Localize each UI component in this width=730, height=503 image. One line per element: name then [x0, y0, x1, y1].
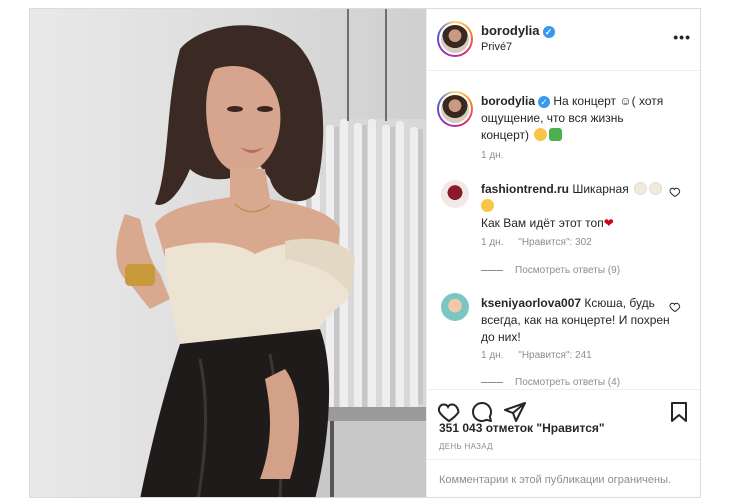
comment-like-heart-icon[interactable] [669, 301, 681, 313]
comment-likes[interactable]: "Нравится": 241 [518, 350, 591, 361]
comment-2: kseniyaorlova007 Ксюша, будь всегда, как… [481, 295, 673, 346]
post-location[interactable]: Privé7 [481, 41, 512, 53]
comment-username[interactable]: fashiontrend.ru [481, 182, 569, 196]
emoji-icon [634, 182, 648, 195]
comment-avatar[interactable] [441, 180, 469, 208]
comment-1: fashiontrend.ru Шикарная Как Вам идёт эт… [481, 181, 673, 232]
verified-badge-icon: ✓ [538, 96, 551, 108]
emoji-face-icon [534, 128, 548, 141]
comments-limited-notice: Комментарии к этой публикации ограничены… [427, 459, 700, 497]
post-modal: borodylia ✓ Privé7 ••• borodylia ✓ На конц… [29, 8, 701, 498]
comment-time[interactable]: 1 дн. [481, 350, 503, 361]
comment-username[interactable]: kseniyaorlova007 [481, 296, 581, 310]
comment-likes[interactable]: "Нравится": 302 [518, 237, 591, 248]
emoji-money-icon [549, 128, 563, 141]
comment-time[interactable]: 1 дн. [481, 237, 503, 248]
likes-count[interactable]: 351 043 отметок "Нравится" [439, 421, 605, 435]
red-heart-icon: ❤ [603, 216, 614, 230]
comment-meta: 1 дн. "Нравится": 302 [481, 237, 604, 248]
bookmark-icon[interactable] [667, 400, 691, 424]
post-photo[interactable] [30, 9, 426, 497]
author-username-text[interactable]: borodylia [481, 23, 540, 38]
post-date[interactable]: ДЕНЬ НАЗАД [439, 442, 493, 451]
view-replies-button[interactable]: Посмотреть ответы (9) [481, 265, 620, 276]
emoji-icon [649, 182, 663, 195]
comment-text: Шикарная [572, 182, 629, 196]
comment-like-heart-icon[interactable] [669, 186, 681, 198]
author-avatar[interactable] [437, 21, 473, 57]
comment-avatar[interactable] [441, 293, 469, 321]
author-username[interactable]: borodylia ✓ [481, 23, 555, 38]
caption-time[interactable]: 1 дн. [481, 150, 503, 161]
caption: borodylia ✓ На концерт ☺( хотя ощущение, … [481, 93, 673, 144]
post-header: borodylia ✓ Privé7 ••• [427, 9, 700, 71]
view-replies-button[interactable]: Посмотреть ответы (4) [481, 377, 620, 388]
caption-username[interactable]: borodylia [481, 94, 535, 108]
comment-text: Как Вам идёт этот топ [481, 216, 604, 230]
verified-badge-icon: ✓ [542, 26, 555, 38]
comment-meta: 1 дн. "Нравится": 241 [481, 350, 604, 361]
emoji-heart-eyes-icon [481, 199, 494, 212]
more-options-icon[interactable]: ••• [673, 29, 691, 45]
post-photo-image [116, 9, 426, 497]
caption-meta: 1 дн. [481, 150, 515, 161]
comments-list[interactable]: borodylia ✓ На концерт ☺( хотя ощущение, … [427, 71, 700, 391]
caption-avatar[interactable] [437, 91, 473, 127]
post-side-panel: borodylia ✓ Privé7 ••• borodylia ✓ На конц… [426, 9, 700, 497]
